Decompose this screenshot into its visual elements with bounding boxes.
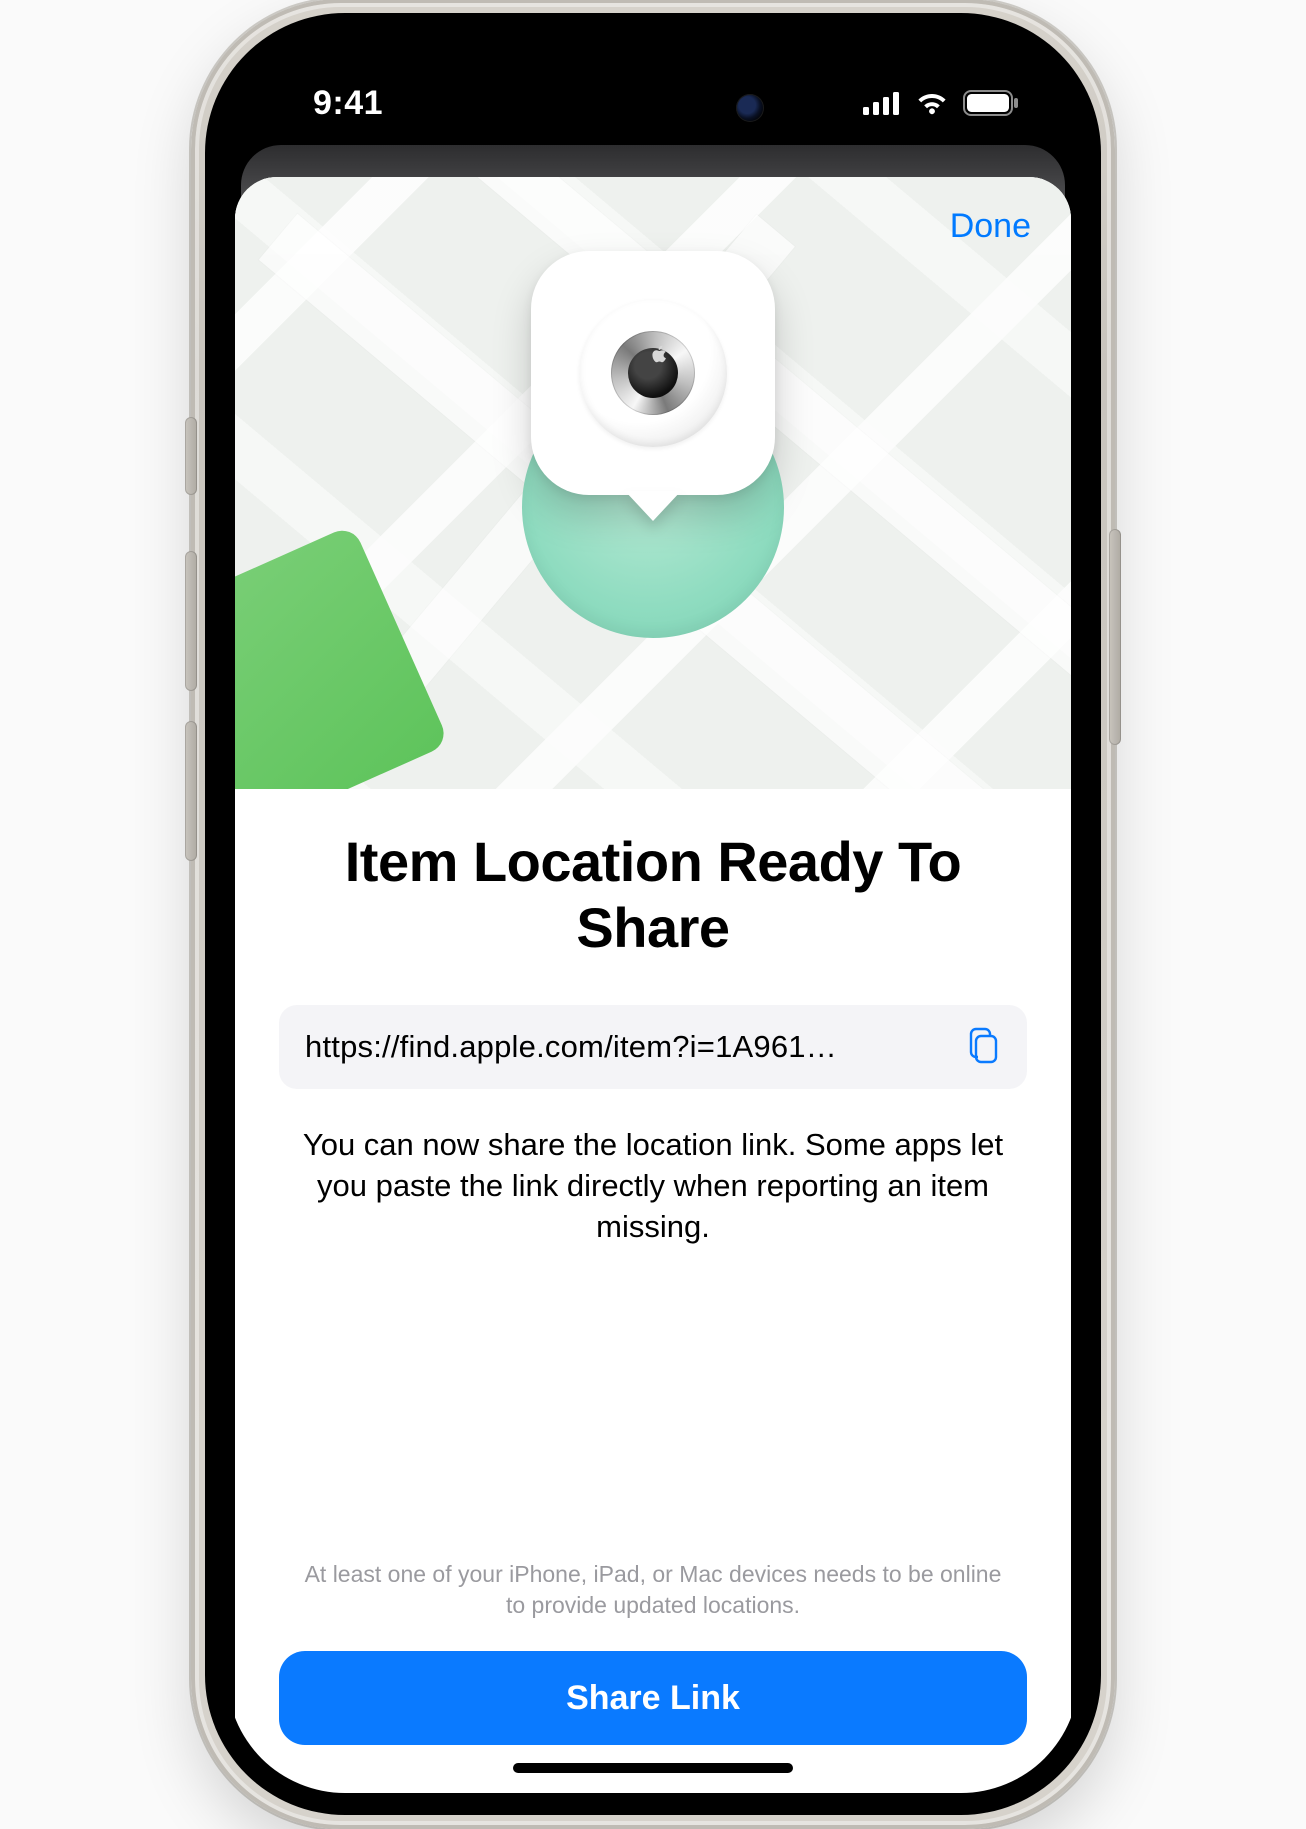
copy-link-button[interactable] — [963, 1023, 1005, 1072]
battery-icon — [963, 90, 1019, 116]
sheet-content: Item Location Ready To Share https://fin… — [235, 789, 1071, 1793]
sheet-title: Item Location Ready To Share — [279, 829, 1027, 961]
volume-up-button — [185, 551, 197, 691]
copy-icon — [967, 1027, 1001, 1065]
cellular-icon — [863, 91, 901, 115]
status-time: 9:41 — [313, 84, 383, 123]
action-button — [185, 417, 197, 495]
airtag-callout — [531, 251, 775, 495]
map-header: Done — [235, 177, 1071, 789]
bezel: 9:41 — [205, 13, 1101, 1815]
sheet-description: You can now share the location link. Som… — [279, 1125, 1027, 1248]
sheet-footnote: At least one of your iPhone, iPad, or Ma… — [279, 1559, 1027, 1621]
front-camera — [736, 94, 764, 122]
dynamic-island — [520, 71, 786, 145]
share-link-field[interactable]: https://find.apple.com/item?i=1A961… — [279, 1005, 1027, 1089]
volume-down-button — [185, 721, 197, 861]
side-button — [1109, 529, 1121, 745]
share-item-sheet: Done Item Location Ready To Share https:… — [235, 177, 1071, 1793]
share-link-button[interactable]: Share Link — [279, 1651, 1027, 1745]
wifi-icon — [915, 91, 949, 115]
airtag-icon — [579, 299, 727, 447]
done-button[interactable]: Done — [950, 207, 1031, 246]
apple-logo-icon — [647, 343, 671, 367]
status-icons — [863, 90, 1019, 116]
share-link-url: https://find.apple.com/item?i=1A961… — [305, 1029, 947, 1065]
home-indicator[interactable] — [513, 1763, 793, 1773]
screen: 9:41 — [227, 35, 1079, 1793]
iphone-frame: 9:41 — [191, 0, 1115, 1829]
